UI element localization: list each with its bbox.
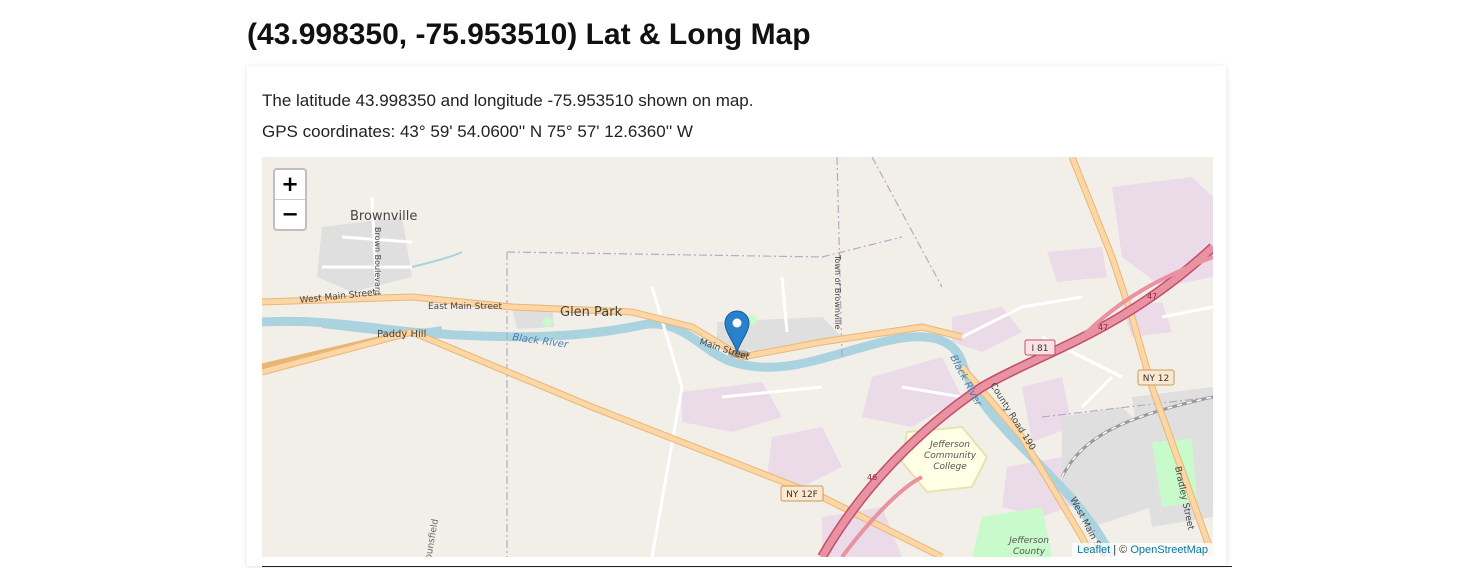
zoom-in-button[interactable]: + (275, 170, 305, 200)
route-shield-i81: I 81 (1024, 339, 1056, 356)
svg-text:Jefferson: Jefferson (928, 440, 970, 450)
svg-text:Community: Community (924, 451, 977, 461)
zoom-control: + − (273, 168, 307, 231)
label-brownville: Brownville (350, 209, 417, 224)
label-east-main-street: East Main Street (428, 302, 502, 312)
exit-label-47b: 47 (1098, 323, 1108, 332)
label-brown-boulevard: Brown Boulevard (373, 227, 382, 295)
map-card: The latitude 43.998350 and longitude -75… (247, 66, 1226, 566)
openstreetmap-link[interactable]: OpenStreetMap (1130, 544, 1208, 556)
svg-text:College: College (933, 462, 967, 472)
svg-text:Jefferson: Jefferson (1007, 536, 1049, 546)
route-shield-ny12: NY 12 (1137, 369, 1175, 386)
attribution-separator: | © (1110, 544, 1131, 556)
route-shield-ny12f: NY 12F (780, 485, 824, 502)
label-paddy-hill: Paddy Hill (377, 329, 426, 340)
exit-label-46: 46 (867, 473, 877, 482)
svg-text:County: County (1013, 547, 1046, 557)
map-tiles: Brownville Glen Park Paddy Hill West Mai… (262, 157, 1213, 557)
exit-label-47a: 47 (1147, 292, 1157, 301)
coordinates-description: The latitude 43.998350 and longitude -75… (262, 91, 754, 110)
bottom-divider (262, 566, 1232, 567)
zoom-out-button[interactable]: − (275, 200, 305, 229)
map-view[interactable]: Brownville Glen Park Paddy Hill West Mai… (262, 157, 1213, 557)
label-jefferson-county: Jefferson County (1007, 536, 1049, 557)
svg-text:NY 12F: NY 12F (786, 490, 818, 500)
svg-text:NY 12: NY 12 (1143, 374, 1170, 384)
leaflet-link[interactable]: Leaflet (1077, 544, 1110, 556)
label-glen-park: Glen Park (560, 305, 623, 320)
label-town-of-brownville: Town of Brownville (833, 254, 842, 329)
page-title: (43.998350, -75.953510) Lat & Long Map (247, 18, 811, 51)
gps-coordinates: GPS coordinates: 43° 59' 54.0600'' N 75°… (262, 122, 693, 141)
svg-text:I 81: I 81 (1032, 344, 1049, 354)
map-attribution: Leaflet | © OpenStreetMap (1072, 543, 1213, 557)
